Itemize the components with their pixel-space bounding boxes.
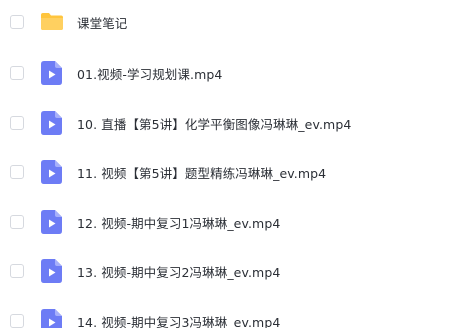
file-name: 12. 视频-期中复习1冯琳琳_ev.mp4: [77, 215, 281, 231]
checkbox[interactable]: [10, 264, 24, 278]
list-item-video[interactable]: 10. 直播【第5讲】化学平衡图像冯琳琳_ev.mp4: [0, 101, 474, 145]
list-item-video[interactable]: 14. 视频-期中复习3冯琳琳_ev.mp4: [0, 299, 474, 328]
file-name: 01.视频-学习规划课.mp4: [77, 66, 223, 82]
file-name: 课堂笔记: [77, 15, 128, 31]
list-item-video[interactable]: 11. 视频【第5讲】题型精练冯琳琳_ev.mp4: [0, 150, 474, 194]
folder-icon: [40, 11, 64, 31]
video-file-icon: [41, 61, 62, 85]
list-item-video[interactable]: 01.视频-学习规划课.mp4: [0, 51, 474, 95]
video-file-icon: [41, 259, 62, 283]
list-item-video[interactable]: 12. 视频-期中复习1冯琳琳_ev.mp4: [0, 200, 474, 244]
file-name: 14. 视频-期中复习3冯琳琳_ev.mp4: [77, 314, 281, 328]
file-name: 13. 视频-期中复习2冯琳琳_ev.mp4: [77, 264, 281, 280]
checkbox[interactable]: [10, 165, 24, 179]
file-name: 11. 视频【第5讲】题型精练冯琳琳_ev.mp4: [77, 165, 327, 181]
checkbox[interactable]: [10, 15, 24, 29]
checkbox[interactable]: [10, 66, 24, 80]
checkbox[interactable]: [10, 314, 24, 328]
file-name: 10. 直播【第5讲】化学平衡图像冯琳琳_ev.mp4: [77, 116, 352, 132]
video-file-icon: [41, 111, 62, 135]
file-list: 课堂笔记 01.视频-学习规划课.mp4 10. 直播【第5讲】化学平衡图像冯琳…: [0, 0, 474, 328]
list-item-video[interactable]: 13. 视频-期中复习2冯琳琳_ev.mp4: [0, 249, 474, 293]
video-file-icon: [41, 309, 62, 328]
checkbox[interactable]: [10, 116, 24, 130]
video-file-icon: [41, 160, 62, 184]
video-file-icon: [41, 210, 62, 234]
checkbox[interactable]: [10, 215, 24, 229]
list-item-folder[interactable]: 课堂笔记: [0, 0, 474, 44]
